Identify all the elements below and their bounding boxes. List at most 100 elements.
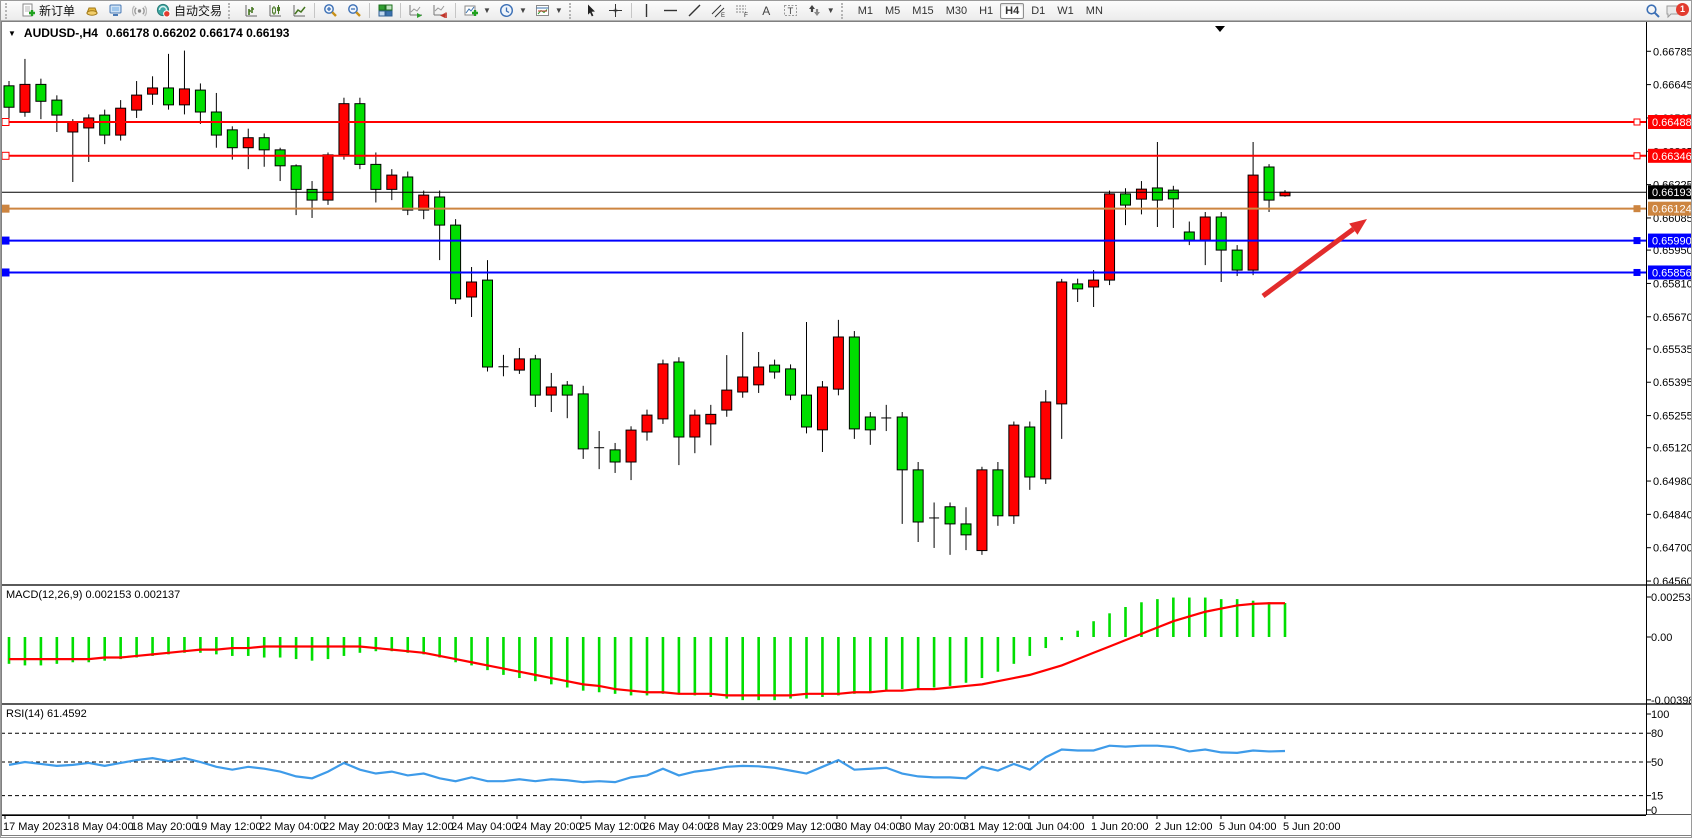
zoom-out-button[interactable] xyxy=(342,1,366,21)
toolbar-separator xyxy=(369,3,370,18)
svg-text:T: T xyxy=(788,6,794,17)
candlestick xyxy=(435,197,445,225)
auto-scroll-button[interactable] xyxy=(404,1,428,21)
crosshair-button[interactable] xyxy=(604,1,628,21)
line-anchor-marker[interactable] xyxy=(1634,119,1640,125)
vertical-line-button[interactable] xyxy=(635,1,659,21)
zoom-in-button[interactable] xyxy=(318,1,342,21)
chart-background xyxy=(1,22,1692,836)
candlestick-chart-button[interactable] xyxy=(263,1,287,21)
search-button[interactable] xyxy=(1641,1,1665,21)
candlestick xyxy=(1152,188,1162,200)
chart-menu-icon[interactable]: ▼ xyxy=(8,29,16,38)
templates-icon xyxy=(535,3,551,19)
candlestick xyxy=(1025,427,1035,477)
candlestick xyxy=(20,84,30,112)
candlestick xyxy=(1280,192,1290,196)
candlestick xyxy=(786,369,796,395)
deposit-button[interactable] xyxy=(79,1,103,21)
time-tick-label: 24 May 04:00 xyxy=(451,821,518,833)
horizontal-line-button[interactable] xyxy=(659,1,683,21)
time-tick-label: 22 May 20:00 xyxy=(323,821,390,833)
arrows-button[interactable]: ▼ xyxy=(803,1,839,21)
candlestick xyxy=(179,89,189,105)
price-tick-label: 0.64840 xyxy=(1653,509,1692,521)
timeframe-m15[interactable]: M15 xyxy=(907,3,938,19)
price-line-label: 0.66488 xyxy=(1652,117,1692,129)
candlestick xyxy=(1200,217,1210,240)
timeframe-mn[interactable]: MN xyxy=(1081,3,1108,19)
timeframe-h4[interactable]: H4 xyxy=(1000,3,1024,19)
equidistant-channel-button[interactable]: E xyxy=(707,1,731,21)
line-anchor-marker[interactable] xyxy=(1634,269,1640,275)
virtual-hosting-button[interactable] xyxy=(103,1,127,21)
line-anchor-marker[interactable] xyxy=(1634,206,1640,212)
rsi-label: RSI(14) 61.4592 xyxy=(6,708,87,720)
candlestick xyxy=(195,90,205,112)
bar-chart-button[interactable] xyxy=(239,1,263,21)
price-tick-label: 0.65395 xyxy=(1653,377,1692,389)
chart-canvas[interactable]: 0.667850.666450.665050.663650.662250.660… xyxy=(1,21,1692,838)
candlestick xyxy=(865,417,875,430)
periods-icon xyxy=(499,3,515,19)
periods-button[interactable]: ▼ xyxy=(495,1,531,21)
toolbar: 新订单 自动交易 xyxy=(1,1,1692,21)
time-tick-label: 19 May 12:00 xyxy=(195,821,262,833)
signals-icon xyxy=(131,3,147,19)
timeframe-m30[interactable]: M30 xyxy=(941,3,972,19)
toolbar-grip[interactable] xyxy=(5,3,12,19)
trendline-button[interactable] xyxy=(683,1,707,21)
mt4-application: 新订单 自动交易 xyxy=(0,0,1692,838)
toolbar-grip[interactable] xyxy=(841,3,848,19)
time-tick-label: 17 May 2023 xyxy=(3,821,67,833)
candlestick xyxy=(307,189,317,200)
price-tick-label: 0.65255 xyxy=(1653,411,1692,423)
indicators-button[interactable]: ▼ xyxy=(459,1,495,21)
candlestick xyxy=(849,337,859,429)
timeframe-d1[interactable]: D1 xyxy=(1026,3,1050,19)
cursor-button[interactable] xyxy=(580,1,604,21)
candlestick xyxy=(514,359,524,370)
timeframe-m5[interactable]: M5 xyxy=(880,3,905,19)
toolbar-grip[interactable] xyxy=(569,3,576,19)
tile-windows-button[interactable] xyxy=(373,1,397,21)
candlestick xyxy=(1009,425,1019,516)
line-anchor-marker[interactable] xyxy=(2,205,9,212)
chat-button[interactable]: 1 xyxy=(1665,2,1691,20)
dropdown-arrow-icon: ▼ xyxy=(483,6,491,15)
macd-tick-label: 0.00 xyxy=(1651,632,1672,644)
toolbar-grip[interactable] xyxy=(228,3,235,19)
line-anchor-marker[interactable] xyxy=(2,237,9,244)
fibonacci-button[interactable]: F xyxy=(731,1,755,21)
candlestick xyxy=(1121,194,1131,205)
rsi-tick-label: 0 xyxy=(1651,805,1657,817)
text-label-button[interactable]: T xyxy=(779,1,803,21)
candlestick xyxy=(164,88,174,105)
candlestick xyxy=(403,177,413,210)
templates-button[interactable]: ▼ xyxy=(531,1,567,21)
vertical-line-icon xyxy=(639,3,655,19)
rsi-tick-label: 100 xyxy=(1651,709,1669,721)
chart-window[interactable]: ▼ AUDUSD-,H4 0.66178 0.66202 0.66174 0.6… xyxy=(1,21,1692,838)
rsi-tick-label: 80 xyxy=(1651,728,1663,740)
line-anchor-marker[interactable] xyxy=(2,269,9,276)
signals-button[interactable] xyxy=(127,1,151,21)
timeframe-m1[interactable]: M1 xyxy=(853,3,878,19)
chart-shift-button[interactable] xyxy=(428,1,452,21)
candlestick xyxy=(722,390,732,410)
line-anchor-marker[interactable] xyxy=(1634,238,1640,244)
tile-windows-icon xyxy=(377,3,393,19)
timeframe-h1[interactable]: H1 xyxy=(974,3,998,19)
line-anchor-marker[interactable] xyxy=(2,119,9,126)
text-button[interactable]: A xyxy=(755,1,779,21)
candlestick xyxy=(530,359,540,395)
line-anchor-marker[interactable] xyxy=(2,152,9,159)
line-anchor-marker[interactable] xyxy=(1634,153,1640,159)
price-line-label: 0.66193 xyxy=(1652,187,1692,199)
timeframe-w1[interactable]: W1 xyxy=(1052,3,1079,19)
new-order-button[interactable]: 新订单 xyxy=(16,1,79,21)
autotrading-button[interactable]: 自动交易 xyxy=(151,1,226,21)
auto-scroll-icon xyxy=(408,3,424,19)
rsi-tick-label: 50 xyxy=(1651,757,1663,769)
line-chart-button[interactable] xyxy=(287,1,311,21)
